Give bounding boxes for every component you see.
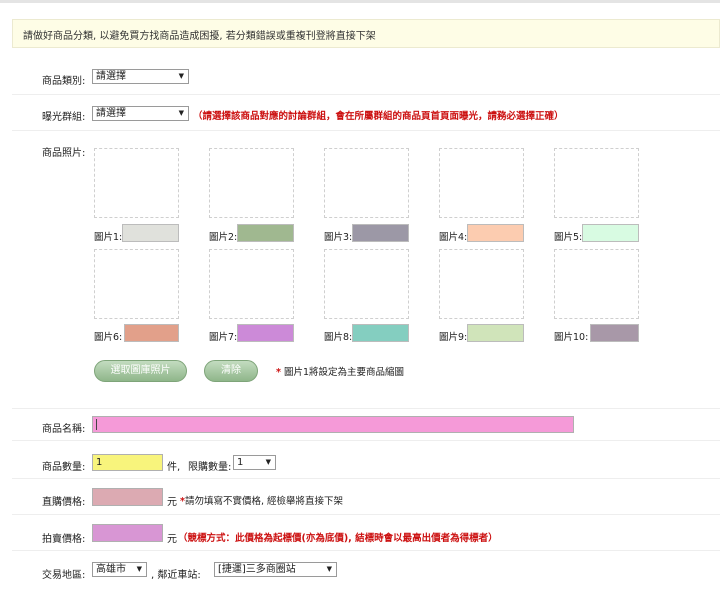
- photo-label: 圖片1:: [94, 232, 123, 243]
- exposure-select[interactable]: 請選擇 ▼: [92, 106, 189, 121]
- row-divider: [12, 130, 720, 131]
- chevron-down-icon: ▼: [326, 565, 332, 573]
- photo-slot[interactable]: [94, 249, 179, 319]
- direct-price-unit: 元: [167, 497, 177, 508]
- station-select[interactable]: [捷運]三多商圈站 ▼: [214, 562, 337, 577]
- photo-label: 圖片2:: [209, 232, 238, 243]
- photo-slot[interactable]: [554, 148, 639, 218]
- category-label: 商品類別:: [42, 76, 86, 87]
- photo-note: * 圖片1將設定為主要商品縮圖: [276, 364, 404, 378]
- chevron-down-icon: ▼: [178, 109, 184, 117]
- quantity-label: 商品數量:: [42, 462, 86, 473]
- photo-filename-field[interactable]: [582, 224, 639, 242]
- photo-label: 圖片8:: [324, 332, 353, 343]
- photos-label: 商品照片:: [42, 148, 86, 159]
- photo-label: 圖片3:: [324, 232, 353, 243]
- auction-price-note: （競標方式：此價格為起標價(亦為底價), 結標時會以最高出價者為得標者）: [178, 533, 498, 544]
- chevron-down-icon: ▼: [178, 72, 184, 80]
- photo-label: 圖片9:: [439, 332, 468, 343]
- photo-label: 圖片4:: [439, 232, 468, 243]
- station-select-value: [捷運]三多商圈站: [218, 564, 296, 575]
- required-star: *: [276, 367, 281, 378]
- category-select-value: 請選擇: [96, 71, 126, 82]
- exposure-label: 曝光群組:: [42, 112, 86, 123]
- photo-label: 圖片7:: [209, 332, 238, 343]
- auction-price-input[interactable]: [92, 524, 163, 542]
- quantity-input[interactable]: 1: [92, 454, 163, 471]
- photo-filename-field[interactable]: [467, 324, 524, 342]
- auction-price-unit: 元: [167, 534, 177, 545]
- limit-label: 限購數量:: [188, 462, 232, 473]
- photo-slot[interactable]: [439, 249, 524, 319]
- photo-filename-field[interactable]: [352, 324, 409, 342]
- photo-slot[interactable]: [439, 148, 524, 218]
- photo-filename-field[interactable]: [590, 324, 639, 342]
- limit-select[interactable]: 1 ▼: [233, 455, 276, 470]
- product-name-input[interactable]: [92, 416, 574, 433]
- row-divider: [12, 440, 720, 441]
- clear-photos-button[interactable]: 清除: [204, 360, 258, 382]
- chevron-down-icon: ▼: [136, 565, 142, 573]
- city-select-value: 高雄市: [96, 564, 126, 575]
- row-divider: [12, 550, 720, 551]
- category-select[interactable]: 請選擇 ▼: [92, 69, 189, 84]
- photo-slot[interactable]: [94, 148, 179, 218]
- exposure-warning: （請選擇該商品對應的討論群組，會在所屬群組的商品頁首頁面曝光，請務必選擇正確）: [193, 111, 564, 122]
- photo-label: 圖片6:: [94, 332, 123, 343]
- direct-price-input[interactable]: [92, 488, 163, 506]
- select-gallery-photo-button[interactable]: 選取圖庫照片: [94, 360, 187, 382]
- text-cursor: [96, 419, 97, 430]
- top-divider: [0, 0, 720, 3]
- row-divider: [12, 514, 720, 515]
- row-divider: [12, 408, 720, 409]
- location-label: 交易地區:: [42, 570, 86, 581]
- product-name-label: 商品名稱:: [42, 424, 86, 435]
- limit-select-value: 1: [237, 457, 244, 468]
- photo-filename-field[interactable]: [124, 324, 179, 342]
- row-divider: [12, 478, 720, 479]
- notice-banner: 請做好商品分類, 以避免買方找商品造成困擾, 若分類錯誤或重複刊登將直接下架: [12, 19, 720, 48]
- photo-label: 圖片10:: [554, 332, 589, 343]
- photo-filename-field[interactable]: [467, 224, 524, 242]
- photo-filename-field[interactable]: [237, 224, 294, 242]
- photo-slot[interactable]: [209, 249, 294, 319]
- direct-price-note: *請勿填寫不實價格, 經檢舉將直接下架: [180, 493, 343, 507]
- photo-slot[interactable]: [209, 148, 294, 218]
- photo-filename-field[interactable]: [122, 224, 179, 242]
- direct-price-note-text: 請勿填寫不實價格, 經檢舉將直接下架: [184, 496, 344, 507]
- photo-note-text: 圖片1將設定為主要商品縮圖: [284, 367, 405, 378]
- photo-filename-field[interactable]: [352, 224, 409, 242]
- photo-filename-field[interactable]: [237, 324, 294, 342]
- photo-slot[interactable]: [324, 148, 409, 218]
- row-divider: [12, 94, 720, 95]
- city-select[interactable]: 高雄市 ▼: [92, 562, 147, 577]
- photo-slot[interactable]: [554, 249, 639, 319]
- chevron-down-icon: ▼: [265, 458, 271, 466]
- photo-slot[interactable]: [324, 249, 409, 319]
- quantity-unit: 件,: [167, 462, 181, 473]
- station-label: , 鄰近車站:: [151, 570, 201, 581]
- direct-price-label: 直購價格:: [42, 497, 86, 508]
- auction-price-label: 拍賣價格:: [42, 534, 86, 545]
- photo-label: 圖片5:: [554, 232, 583, 243]
- exposure-select-value: 請選擇: [96, 108, 126, 119]
